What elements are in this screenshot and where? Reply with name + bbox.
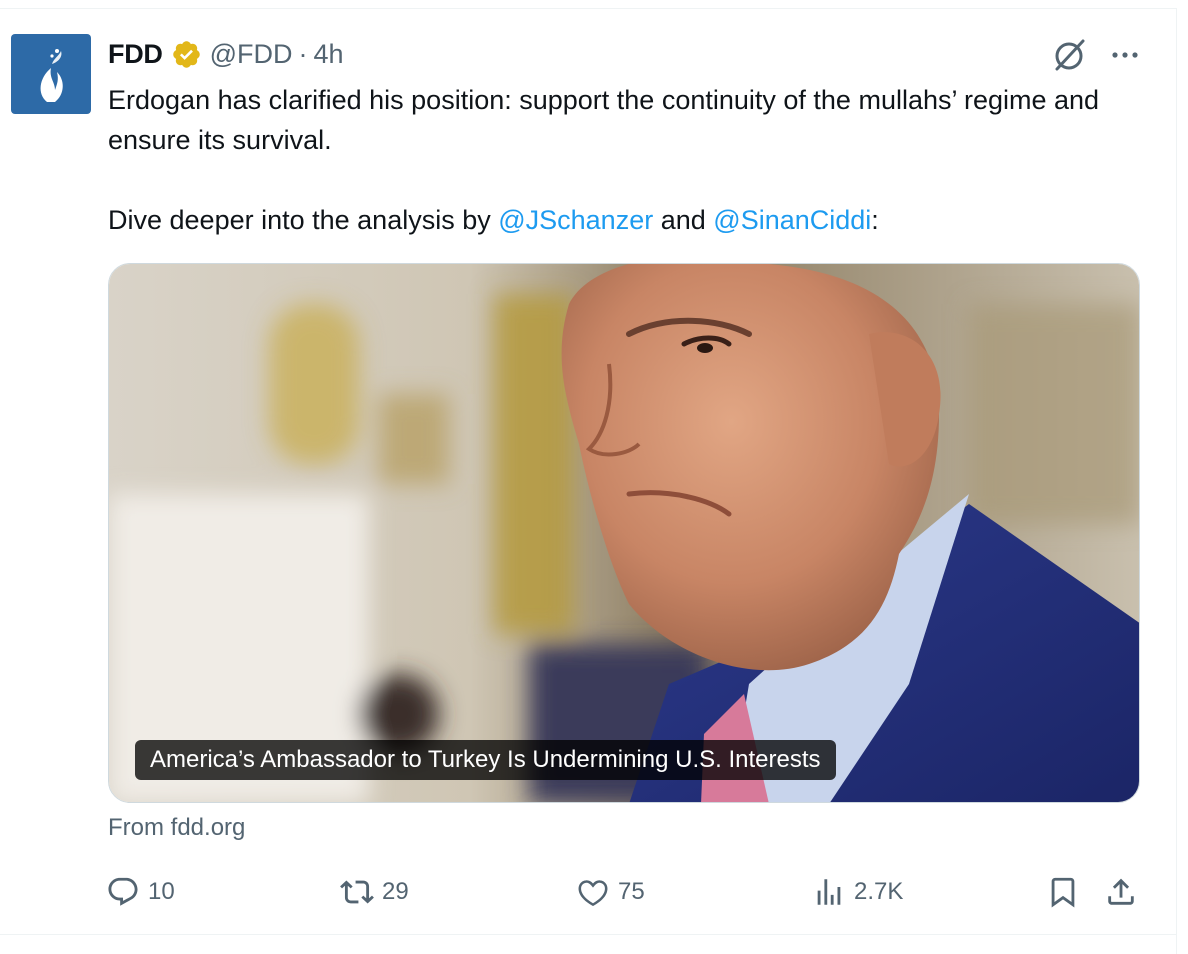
action-bar: 10 29 75 2.7K [0, 868, 1188, 916]
reply-button[interactable]: 10 [106, 868, 175, 916]
views-count: 2.7K [854, 878, 904, 905]
author-handle[interactable]: @FDD [210, 39, 293, 70]
reply-count: 10 [148, 878, 175, 905]
mention-sinanciddi[interactable]: @SinanCiddi [713, 205, 871, 235]
tweet-line-2-prefix: Dive deeper into the analysis by [108, 205, 499, 235]
top-divider [0, 8, 1177, 9]
bookmark-button[interactable] [1046, 868, 1080, 916]
grok-icon[interactable] [1050, 36, 1088, 74]
separator-dot: · [298, 38, 308, 69]
repost-count: 29 [382, 878, 409, 905]
card-title: America’s Ambassador to Turkey Is Underm… [135, 740, 836, 780]
share-icon [1108, 878, 1134, 905]
fdd-flame-logo-icon [40, 49, 63, 102]
tweet-line-1: Erdogan has clarified his position: supp… [108, 85, 1100, 155]
bottom-divider [0, 934, 1177, 935]
repost-icon [340, 880, 374, 904]
article-photo [109, 264, 1139, 802]
heart-icon [578, 880, 608, 907]
like-button[interactable]: 75 [576, 868, 645, 916]
like-count: 75 [618, 878, 645, 905]
views-icon [817, 879, 841, 905]
tweet-header: FDD @FDD · 4h [108, 36, 344, 72]
tweet-line-2-suffix: : [871, 205, 879, 235]
verified-badge-icon[interactable] [171, 39, 202, 70]
tweet-text: Erdogan has clarified his position: supp… [108, 80, 1148, 240]
repost-button[interactable]: 29 [340, 868, 409, 916]
bookmark-icon [1051, 877, 1075, 908]
tweet-line-2-mid: and [653, 205, 714, 235]
share-button[interactable] [1104, 868, 1138, 916]
author-name[interactable]: FDD [108, 39, 163, 70]
mention-jschanzer[interactable]: @JSchanzer [498, 205, 653, 235]
more-options-icon[interactable] [1108, 40, 1142, 70]
tweet-line-2: Dive deeper into the analysis by @JSchan… [108, 200, 1148, 240]
timestamp[interactable]: 4h [314, 39, 344, 70]
right-divider [1176, 8, 1177, 954]
views-button[interactable]: 2.7K [812, 868, 903, 916]
reply-icon [108, 877, 138, 906]
avatar[interactable] [11, 34, 91, 114]
card-source[interactable]: From fdd.org [108, 814, 245, 842]
link-card[interactable]: America’s Ambassador to Turkey Is Underm… [108, 263, 1140, 803]
